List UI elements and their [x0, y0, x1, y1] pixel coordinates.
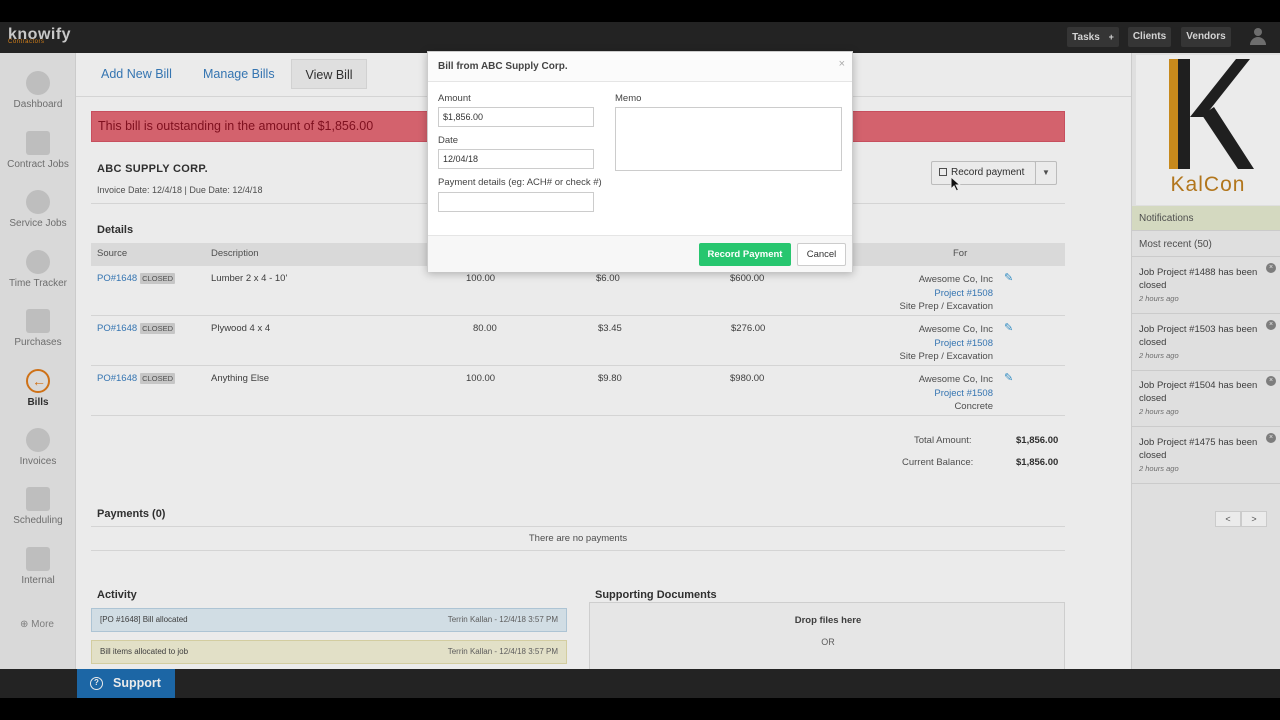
- app-window: knowify Contractors Tasks + Clients Vend…: [0, 22, 1280, 698]
- memo-label: Memo: [615, 93, 642, 104]
- payment-details-label: Payment details (eg: ACH# or check #): [438, 177, 602, 188]
- payment-details-input[interactable]: [438, 192, 594, 212]
- date-label: Date: [438, 135, 459, 146]
- close-icon[interactable]: ×: [839, 58, 845, 70]
- memo-textarea[interactable]: [615, 107, 842, 171]
- cancel-button[interactable]: Cancel: [797, 243, 846, 266]
- record-payment-modal: Bill from ABC Supply Corp. × Amount Date…: [427, 51, 853, 272]
- date-input[interactable]: [438, 149, 594, 169]
- record-payment-submit-button[interactable]: Record Payment: [699, 243, 791, 266]
- modal-header: Bill from ABC Supply Corp. ×: [428, 52, 852, 82]
- amount-input[interactable]: [438, 107, 594, 127]
- amount-label: Amount: [438, 93, 471, 104]
- modal-title: Bill from ABC Supply Corp.: [438, 61, 568, 72]
- modal-footer: Record Payment Cancel: [428, 235, 852, 272]
